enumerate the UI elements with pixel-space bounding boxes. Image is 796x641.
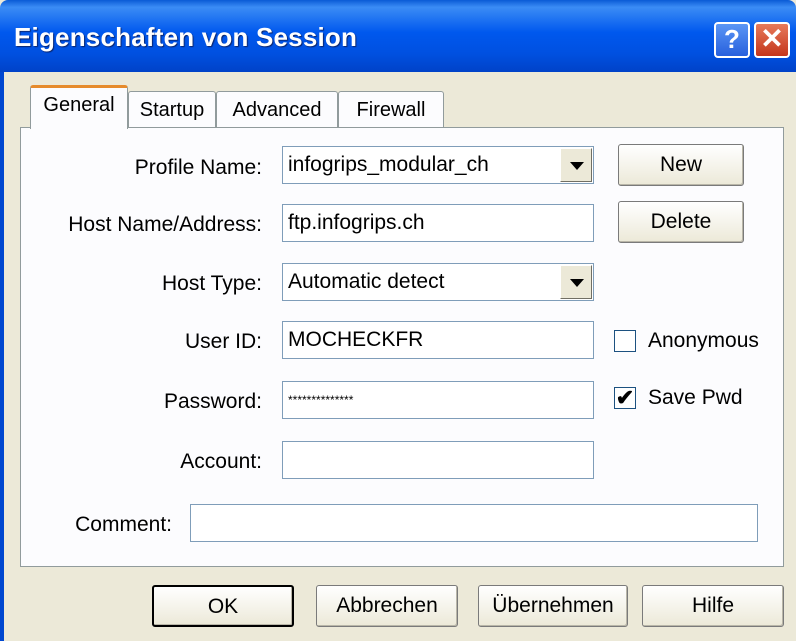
- host-type-value: Automatic detect: [288, 270, 445, 293]
- help-icon[interactable]: ?: [714, 22, 750, 58]
- account-label: Account:: [180, 450, 262, 473]
- close-icon[interactable]: ✕: [754, 22, 790, 58]
- new-button[interactable]: New: [618, 144, 744, 186]
- window-frame: [0, 72, 4, 641]
- delete-button[interactable]: Delete: [618, 201, 744, 243]
- user-id-label: User ID:: [184, 330, 262, 353]
- host-type-label: Host Type:: [162, 272, 262, 295]
- host-type-select[interactable]: Automatic detect: [282, 263, 594, 301]
- comment-label: Comment:: [75, 513, 172, 536]
- comment-input[interactable]: [190, 504, 758, 542]
- host-name-input[interactable]: ftp.infogrips.ch: [282, 204, 594, 242]
- window-title: Eigenschaften von Session: [14, 22, 358, 52]
- profile-name-value: infogrips_modular_ch: [288, 153, 489, 176]
- tab-firewall[interactable]: Firewall: [338, 91, 444, 129]
- cancel-button[interactable]: Abbrechen: [316, 585, 458, 627]
- password-input[interactable]: **************: [282, 381, 594, 419]
- profile-name-label: Profile Name:: [134, 156, 262, 179]
- save-pwd-checkbox[interactable]: ✔: [614, 387, 636, 409]
- ok-button[interactable]: OK: [152, 585, 294, 627]
- save-pwd-label[interactable]: Save Pwd: [648, 386, 743, 410]
- anonymous-label[interactable]: Anonymous: [648, 329, 759, 353]
- apply-button[interactable]: Übernehmen: [478, 585, 628, 627]
- title-bar[interactable]: Eigenschaften von Session ? ✕: [0, 0, 796, 72]
- profile-name-combo[interactable]: infogrips_modular_ch: [282, 146, 594, 184]
- tab-general[interactable]: General: [30, 85, 128, 129]
- chevron-down-icon[interactable]: [560, 265, 592, 299]
- tab-startup[interactable]: Startup: [128, 91, 216, 129]
- anonymous-checkbox[interactable]: [614, 330, 636, 352]
- chevron-down-icon[interactable]: [560, 148, 592, 182]
- tab-advanced[interactable]: Advanced: [216, 91, 338, 129]
- account-input[interactable]: [282, 441, 594, 479]
- help-button[interactable]: Hilfe: [642, 585, 784, 627]
- user-id-input[interactable]: MOCHECKFR: [282, 321, 594, 359]
- host-name-label: Host Name/Address:: [68, 213, 262, 236]
- password-label: Password:: [163, 390, 262, 413]
